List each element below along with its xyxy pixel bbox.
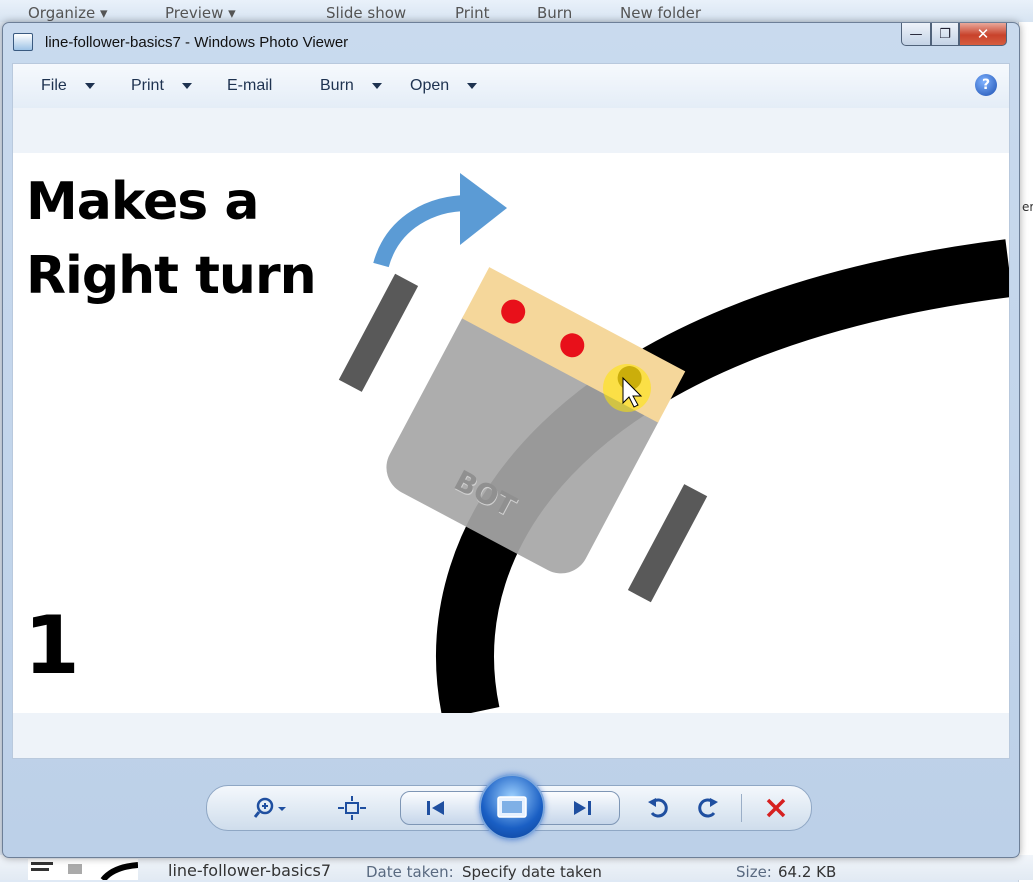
previous-button[interactable] xyxy=(421,794,451,822)
rotate-clockwise-icon xyxy=(698,798,718,818)
details-file-name: line-follower-basics7 xyxy=(168,861,332,880)
burn-menu[interactable]: Burn xyxy=(320,77,382,95)
actual-size-button[interactable] xyxy=(337,794,367,822)
slide-title-line2: Right turn xyxy=(26,246,317,306)
slide-title-line1: Makes a xyxy=(26,172,259,232)
details-size-value: 64.2 KB xyxy=(778,863,837,881)
open-menu-label: Open xyxy=(410,77,450,94)
details-size-label: Size: xyxy=(736,863,772,881)
details-date-label: Date taken: xyxy=(366,863,454,881)
minimize-button[interactable]: — xyxy=(901,23,931,46)
controls-divider xyxy=(741,794,742,822)
maximize-icon: ❐ xyxy=(939,26,951,42)
zoom-icon xyxy=(253,797,286,818)
delete-icon xyxy=(766,798,786,818)
help-icon[interactable]: ? xyxy=(975,74,997,96)
open-menu[interactable]: Open xyxy=(410,77,478,95)
next-button[interactable] xyxy=(567,794,597,822)
email-label: E-mail xyxy=(227,77,273,94)
details-date-value[interactable]: Specify date taken xyxy=(462,863,602,881)
title-bar[interactable]: line-follower-basics7 - Windows Photo Vi… xyxy=(3,23,1019,63)
background-pane-text: er- xyxy=(1022,200,1033,214)
close-button[interactable]: ✕ xyxy=(959,23,1007,46)
background-details-pane: line-follower-basics7 Date taken: Specif… xyxy=(0,855,1033,881)
window-controls: — ❐ ✕ xyxy=(901,23,1007,47)
bg-organize-menu[interactable]: Organize ▾ xyxy=(28,4,108,22)
zoom-button[interactable] xyxy=(251,794,295,822)
command-bar: File Print E-mail Burn Open ? xyxy=(12,63,1010,109)
rotate-counterclockwise-icon xyxy=(648,798,668,818)
photo-viewer-app-icon xyxy=(13,33,33,51)
delete-button[interactable] xyxy=(761,794,791,822)
arrow-head xyxy=(460,173,507,245)
curved-arrow-icon xyxy=(373,195,469,268)
actual-size-icon xyxy=(338,796,366,820)
next-icon xyxy=(574,801,591,815)
file-menu-label: File xyxy=(41,77,67,94)
chevron-down-icon xyxy=(467,83,478,89)
slideshow-icon xyxy=(497,796,527,818)
print-menu[interactable]: Print xyxy=(131,77,192,95)
slideshow-button[interactable] xyxy=(479,774,545,840)
close-icon: ✕ xyxy=(976,25,990,43)
left-wheel xyxy=(338,273,419,392)
email-button[interactable]: E-mail xyxy=(227,77,272,95)
bg-burn-button[interactable]: Burn xyxy=(537,4,572,22)
photo-viewer-window: line-follower-basics7 - Windows Photo Vi… xyxy=(2,22,1020,858)
navigation-controls xyxy=(206,774,812,840)
slide-title: Makes a Right turn xyxy=(26,165,317,313)
bg-slideshow-button[interactable]: Slide show xyxy=(326,4,406,22)
burn-menu-label: Burn xyxy=(320,77,354,94)
bg-new-folder-button[interactable]: New folder xyxy=(620,4,701,22)
minimize-icon: — xyxy=(909,26,923,42)
image-view-area: BOT Makes a Right turn 1 xyxy=(12,108,1010,759)
bg-preview-menu[interactable]: Preview ▾ xyxy=(165,4,236,22)
file-thumbnail xyxy=(28,859,138,880)
robot-bot xyxy=(338,267,708,603)
step-number: 1 xyxy=(24,599,80,692)
bg-print-button[interactable]: Print xyxy=(455,4,490,22)
window-title: line-follower-basics7 - Windows Photo Vi… xyxy=(45,34,349,51)
right-wheel xyxy=(627,484,708,603)
maximize-button[interactable]: ❐ xyxy=(931,23,959,46)
chevron-down-icon xyxy=(181,83,192,89)
file-menu[interactable]: File xyxy=(41,77,95,95)
print-menu-label: Print xyxy=(131,77,164,94)
chevron-down-icon xyxy=(371,83,382,89)
rotate-counterclockwise-button[interactable] xyxy=(643,794,673,822)
displayed-image: BOT Makes a Right turn 1 xyxy=(13,153,1009,713)
chevron-down-icon xyxy=(84,83,95,89)
background-explorer-pane xyxy=(1018,22,1033,882)
rotate-clockwise-button[interactable] xyxy=(693,794,723,822)
previous-icon xyxy=(427,801,444,815)
background-explorer-toolbar: Organize ▾ Preview ▾ Slide show Print Bu… xyxy=(0,0,1033,22)
